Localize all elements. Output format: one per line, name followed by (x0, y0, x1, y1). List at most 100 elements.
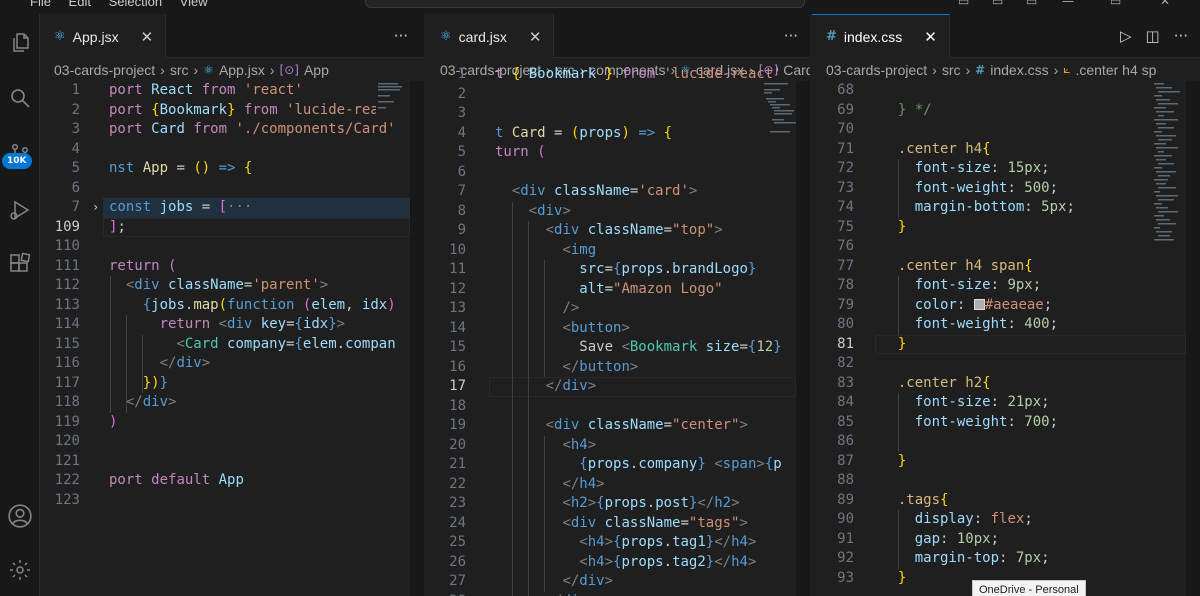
breadcrumb-folder[interactable]: src (170, 62, 189, 78)
split-editor-icon[interactable]: ◫ (1146, 27, 1160, 45)
close-tab-icon[interactable]: ✕ (529, 28, 542, 46)
code-line[interactable]: 15 Save <Bookmark size={12} (426, 338, 810, 358)
code-line[interactable]: 112 <div className='parent'> (40, 276, 424, 296)
vertical-scrollbar[interactable] (1186, 81, 1200, 596)
code-line[interactable]: 10 <img (426, 241, 810, 261)
code-line[interactable]: 7 <div className='card'> (426, 182, 810, 202)
code-line[interactable]: 13 /> (426, 299, 810, 319)
code-line[interactable]: 71 .center h4{ (812, 140, 1200, 160)
breadcrumb-file[interactable]: index.css (990, 62, 1048, 78)
fold-chevron-icon[interactable]: › (92, 198, 99, 218)
code-line[interactable]: 26 <h4>{props.tag2}</h4> (426, 553, 810, 573)
tab-card-jsx[interactable]: ⚛ card.jsx ✕ (426, 14, 555, 58)
code-line[interactable]: 117 })} (40, 374, 424, 394)
code-line[interactable]: 3 port Card from './components/Card' (40, 120, 424, 140)
close-tab-icon[interactable]: ✕ (924, 28, 937, 46)
settings-gear-icon[interactable] (0, 550, 40, 590)
code-line[interactable]: 70 (812, 120, 1200, 140)
code-line[interactable]: 20 <h4> (426, 436, 810, 456)
code-line[interactable]: 90 display: flex; (812, 510, 1200, 530)
code-line[interactable]: 87 } (812, 452, 1200, 472)
code-line[interactable]: 18 (426, 397, 810, 417)
close-tab-icon[interactable]: ✕ (141, 28, 154, 46)
code-line[interactable]: 21 {props.company} <span>{p (426, 455, 810, 475)
code-line[interactable]: 14 <button> (426, 319, 810, 339)
minimap[interactable] (376, 81, 410, 121)
code-line[interactable]: 7 › const jobs = [··· (40, 198, 424, 218)
minimize-icon[interactable]: — (1062, 0, 1074, 8)
extensions-icon[interactable] (0, 244, 40, 284)
code-line[interactable]: 1 port React from 'react' (40, 81, 424, 101)
code-line[interactable]: 72 font-size: 15px; (812, 159, 1200, 179)
code-line[interactable]: 114 return <div key={idx}> (40, 315, 424, 335)
run-debug-icon[interactable] (0, 190, 40, 230)
code-line[interactable]: 82 (812, 354, 1200, 374)
code-line[interactable]: 77 .center h4 span{ (812, 257, 1200, 277)
breadcrumb-symbol[interactable]: .center h4 sp (1075, 62, 1156, 78)
command-center[interactable] (365, 0, 805, 8)
close-window-icon[interactable]: ✕ (1160, 0, 1170, 8)
code-line[interactable]: 19 <div className="center"> (426, 416, 810, 436)
code-line[interactable]: 122 port default App (40, 471, 424, 491)
code-line[interactable]: 12 alt="Amazon Logo" (426, 280, 810, 300)
code-line[interactable]: 79 color: #aeaeae; (812, 296, 1200, 316)
breadcrumb-folder[interactable]: 03-cards-project (826, 62, 927, 78)
code-line[interactable]: 25 <h4>{props.tag1}</h4> (426, 533, 810, 553)
code-line[interactable]: 2 port {Bookmark} from 'lucide-react' (40, 101, 424, 121)
code-line[interactable]: 86 (812, 432, 1200, 452)
code-line[interactable]: 27 </div> (426, 572, 810, 592)
more-actions-icon[interactable]: ··· (1174, 27, 1188, 45)
breadcrumb-folder[interactable]: src (942, 62, 961, 78)
code-line[interactable]: 111 return ( (40, 257, 424, 277)
breadcrumb-file[interactable]: App.jsx (219, 62, 265, 78)
code-line[interactable]: 16 </button> (426, 358, 810, 378)
code-line[interactable]: 11 src={props.brandLogo} (426, 260, 810, 280)
sidebar-icon[interactable]: ▭ (1026, 0, 1037, 8)
code-line[interactable]: 68 (812, 81, 1200, 101)
code-line[interactable]: 3 (426, 104, 810, 124)
code-line[interactable]: 9 <div className="top"> (426, 221, 810, 241)
code-line[interactable]: 121 (40, 452, 424, 472)
code-line[interactable]: 1 t { Bookmark } from 'lucide-react' (426, 65, 810, 85)
search-icon[interactable] (0, 78, 40, 118)
code-line[interactable]: 6 (426, 163, 810, 183)
code-line[interactable]: 8 <div> (426, 202, 810, 222)
run-icon[interactable]: ▷ (1120, 27, 1132, 45)
code-editor[interactable]: 1t { Bookmark } from 'lucide-react' 2 3 4 t … (426, 66, 810, 596)
code-line[interactable]: 118 </div> (40, 393, 424, 413)
code-line[interactable]: 24 <div className="tags"> (426, 514, 810, 534)
tab-index-css[interactable]: # index.css ✕ (812, 14, 950, 58)
panel-icon[interactable]: ▭ (992, 0, 1003, 8)
code-line[interactable]: 110 (40, 237, 424, 257)
code-line[interactable]: 92 margin-top: 7px; (812, 549, 1200, 569)
code-line[interactable]: 73 font-weight: 500; (812, 179, 1200, 199)
code-line[interactable]: 88 (812, 471, 1200, 491)
code-line[interactable]: 5 turn ( (426, 143, 810, 163)
account-icon[interactable] (0, 496, 40, 536)
code-line[interactable]: 2 (426, 85, 810, 105)
code-line[interactable]: 84 font-size: 21px; (812, 393, 1200, 413)
code-line[interactable]: 120 (40, 432, 424, 452)
code-line[interactable]: 6 (40, 179, 424, 199)
code-line[interactable]: 113 {jobs.map(function (elem, idx) (40, 296, 424, 316)
code-editor[interactable]: 68 69 } */70 71 .center h4{72 font-size: 1… (812, 81, 1200, 596)
code-line[interactable]: 123 (40, 491, 424, 511)
code-line[interactable]: 91 gap: 10px; (812, 530, 1200, 550)
code-line[interactable]: 74 margin-bottom: 5px; (812, 198, 1200, 218)
code-line[interactable]: 76 (812, 237, 1200, 257)
code-line[interactable]: 78 font-size: 9px; (812, 276, 1200, 296)
explorer-icon[interactable] (0, 22, 40, 62)
layout-icon[interactable]: ▭ (958, 0, 969, 8)
code-line[interactable]: 4 t Card = (props) => { (426, 124, 810, 144)
code-line[interactable]: 28 </div> (426, 592, 810, 596)
code-line[interactable]: 80 font-weight: 400; (812, 315, 1200, 335)
code-line[interactable]: 115 <Card company={elem.compan (40, 335, 424, 355)
code-line[interactable]: 23 <h2>{props.post}</h2> (426, 494, 810, 514)
code-line[interactable]: 116 </div> (40, 354, 424, 374)
vertical-scrollbar[interactable] (796, 81, 810, 596)
code-line[interactable]: 22 </h4> (426, 475, 810, 495)
breadcrumb-symbol[interactable]: App (304, 62, 329, 78)
menu-bar[interactable]: File Edit Selection View (30, 0, 208, 9)
minimap[interactable] (762, 81, 796, 141)
maximize-icon[interactable]: ▭ (1110, 0, 1121, 8)
